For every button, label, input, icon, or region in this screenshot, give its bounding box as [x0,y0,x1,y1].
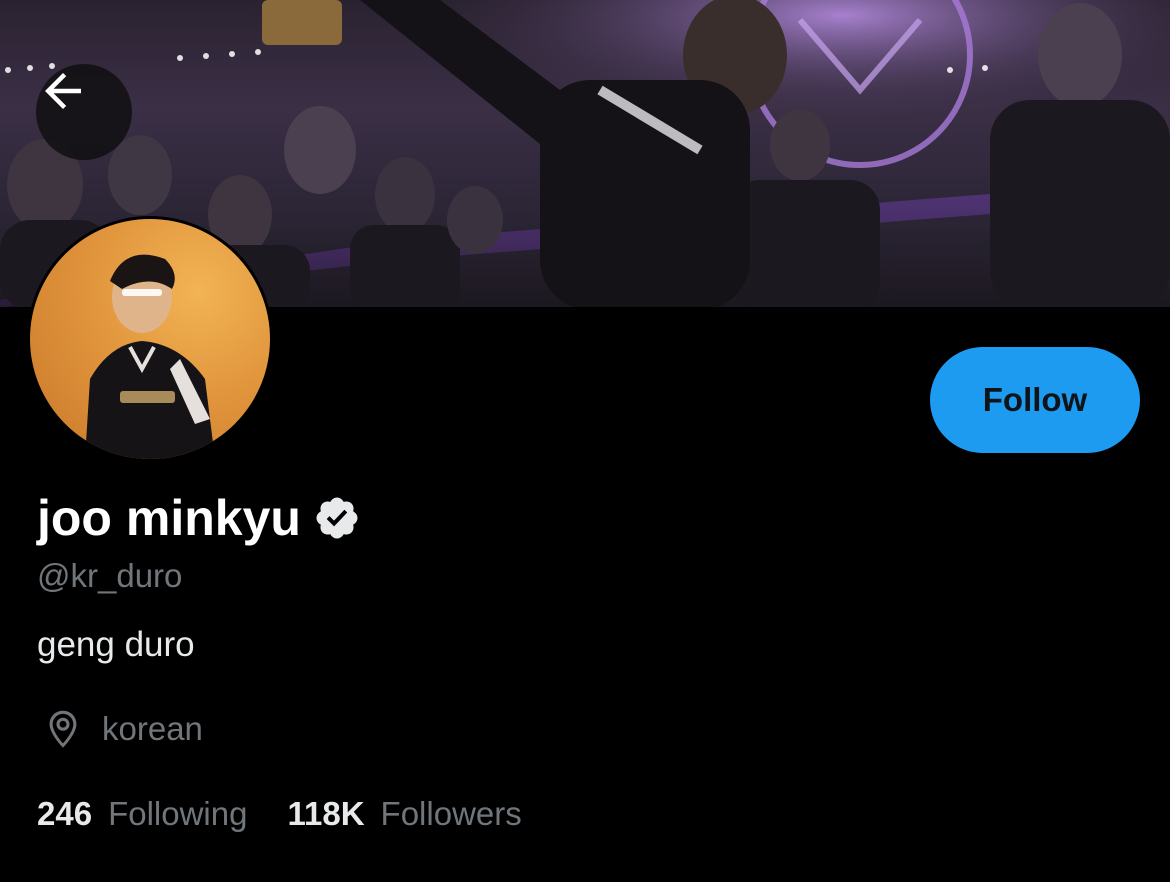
followers-label: Followers [380,795,522,832]
avatar[interactable] [27,216,273,462]
location-text: korean [102,710,203,747]
following-link[interactable]: 246 Following [37,792,247,836]
display-name-row: joo minkyu [37,488,361,548]
profile-bio: geng duro [37,625,195,664]
followers-link[interactable]: 118K Followers [287,792,521,836]
user-handle: @kr_duro [37,557,183,594]
following-label: Following [108,795,248,832]
profile-location: korean [40,706,203,752]
following-count: 246 [37,795,93,832]
verified-badge-icon[interactable] [313,494,361,542]
follow-button[interactable]: Follow [930,347,1140,453]
location-pin-icon [49,710,77,748]
back-arrow-icon [45,73,81,109]
follow-stats: 246 Following 118K Followers [37,792,522,836]
followers-count: 118K [287,795,365,832]
back-button[interactable] [36,64,132,160]
display-name: joo minkyu [37,490,301,546]
avatar-photo [30,219,270,459]
